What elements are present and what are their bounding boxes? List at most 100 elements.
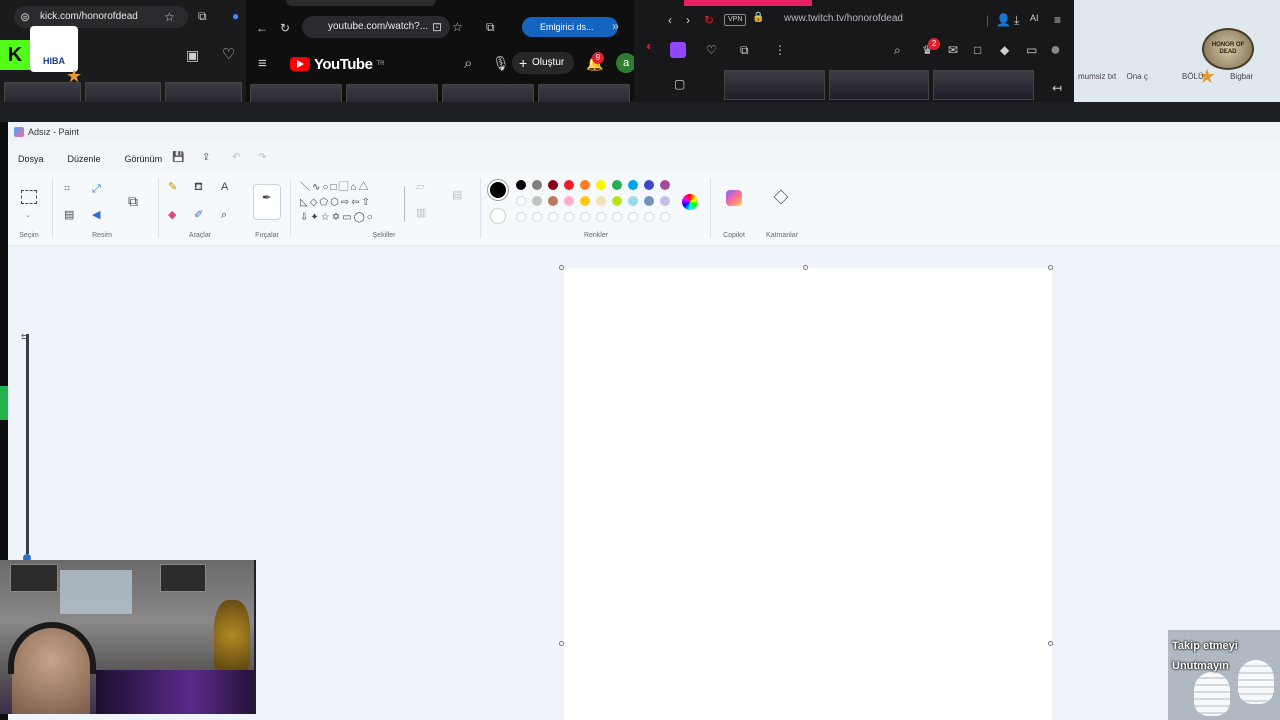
square-icon[interactable]: □	[974, 44, 981, 56]
undo-icon[interactable]: ↶	[232, 152, 240, 163]
collapse-icon[interactable]: ↤	[1052, 82, 1062, 94]
resize-handle[interactable]	[803, 265, 808, 270]
custom-color-slot[interactable]	[660, 212, 670, 222]
bits-icon[interactable]: ◆	[1000, 44, 1009, 56]
color-swatch[interactable]	[564, 196, 574, 206]
twitch-logo[interactable]	[670, 42, 686, 58]
thumbnail[interactable]	[828, 70, 930, 100]
select-tool-icon[interactable]	[21, 190, 37, 204]
pentagon-shape-icon[interactable]: ⬠	[319, 197, 330, 208]
color-swatch[interactable]	[628, 196, 638, 206]
text-icon[interactable]: A	[221, 182, 228, 193]
edit-colors-icon[interactable]	[682, 194, 698, 210]
custom-color-slot[interactable]	[596, 212, 606, 222]
bookmark-star-icon[interactable]: ☆	[164, 11, 175, 23]
profile-icon[interactable]: ●	[232, 10, 239, 22]
zoom-slider[interactable]	[26, 334, 29, 554]
title-bar[interactable]: Adsız - Paint	[8, 122, 1280, 142]
secondary-color[interactable]	[490, 208, 506, 224]
color-swatch[interactable]	[596, 196, 606, 206]
color-swatch[interactable]	[532, 196, 542, 206]
color-swatch[interactable]	[660, 196, 670, 206]
triangle-shape-icon[interactable]: △	[359, 182, 371, 193]
fill-icon[interactable]: ⛾	[194, 182, 203, 193]
color-swatch[interactable]	[660, 180, 670, 190]
library-icon[interactable]: ▣	[186, 48, 199, 62]
thumbnail[interactable]	[346, 84, 438, 102]
extensions-icon[interactable]: ⧉	[486, 21, 495, 33]
doc-tab[interactable]: Bigbar	[1230, 72, 1253, 81]
resize-handle[interactable]	[559, 641, 564, 646]
down-arrow-icon[interactable]: ⇩	[300, 212, 310, 223]
rounded-rect-icon[interactable]: ▢	[338, 182, 350, 193]
callout-rect-icon[interactable]: ▭	[342, 212, 353, 223]
menu-edit[interactable]: Düzenle	[66, 152, 103, 166]
up-arrow-icon[interactable]: ⇧	[362, 197, 372, 208]
create-button[interactable]: Oluştur	[512, 52, 575, 74]
thumbnail[interactable]	[250, 84, 342, 102]
ad-icon[interactable]: ▭	[1026, 44, 1037, 56]
hamburger-menu-icon[interactable]: ≡	[258, 56, 267, 71]
line-shape-icon[interactable]: ＼	[300, 182, 312, 193]
menu-icon[interactable]: ≡	[1054, 14, 1061, 26]
kick-logo[interactable]: K	[0, 40, 30, 70]
reload-icon[interactable]: ↻	[704, 14, 714, 26]
color-picker-icon[interactable]: ✐	[194, 210, 203, 221]
color-swatch[interactable]	[516, 180, 526, 190]
color-swatch[interactable]	[628, 180, 638, 190]
copy-icon[interactable]: ⧉	[740, 44, 749, 56]
resize-handle[interactable]	[1048, 265, 1053, 270]
profile-pill[interactable]: Emlgirici ds...	[522, 17, 618, 37]
forward-icon[interactable]: ›	[686, 14, 690, 26]
color-swatch[interactable]	[644, 196, 654, 206]
fill-style-icon[interactable]: ▥	[416, 208, 426, 219]
color-swatch[interactable]	[644, 180, 654, 190]
download-icon[interactable]: ⤓	[1014, 14, 1019, 26]
five-star-icon[interactable]: ☆	[321, 212, 332, 223]
thumbnail[interactable]	[165, 82, 243, 102]
thumbnail[interactable]	[538, 84, 630, 102]
thumbnail[interactable]	[442, 84, 534, 102]
search-icon[interactable]: ⌕	[894, 44, 901, 56]
left-arrow-icon[interactable]: ⇦	[351, 197, 361, 208]
menu-file[interactable]: Dosya	[16, 152, 46, 166]
address-bar[interactable]: kick.com/honorofdead	[14, 6, 188, 28]
microphone-icon[interactable]: 🎙	[492, 56, 510, 70]
image-select-icon[interactable]: ⧉	[128, 194, 138, 208]
color-swatch[interactable]	[548, 180, 558, 190]
doc-tab[interactable]: BÖLÜ	[1182, 72, 1204, 81]
eraser-icon[interactable]: ◆	[168, 210, 176, 221]
reload-icon[interactable]: ↻	[280, 22, 290, 34]
ai-button[interactable]: AI	[1030, 14, 1039, 23]
custom-color-slot[interactable]	[564, 212, 574, 222]
address-bar[interactable]: www.twitch.tv/honorofdead	[758, 8, 958, 30]
account-icon[interactable]: 👤	[996, 14, 1011, 26]
doc-tab[interactable]: Ona ç	[1126, 72, 1147, 81]
inbox-icon[interactable]: ✉	[948, 44, 958, 56]
video-icon[interactable]: ▢	[674, 78, 685, 90]
doc-tab[interactable]: mumsiz txt	[1078, 72, 1116, 81]
custom-color-slot[interactable]	[580, 212, 590, 222]
save-icon[interactable]: 💾	[172, 152, 184, 163]
six-star-icon[interactable]: ✡	[332, 212, 342, 223]
color-swatch[interactable]	[612, 196, 622, 206]
vpn-badge[interactable]: VPN	[724, 14, 747, 26]
browser-window-kick[interactable]: kick.com/honorofdead ⊜ ☆ ⧉ ● K HIBA ★ ▣ …	[0, 0, 246, 102]
primary-color[interactable]	[488, 180, 508, 200]
back-icon[interactable]: ‹	[668, 14, 672, 26]
thumbnail[interactable]	[84, 82, 162, 102]
resize-handle[interactable]	[559, 265, 564, 270]
color-swatch[interactable]	[516, 196, 526, 206]
site-info-icon[interactable]: ⊜	[20, 11, 30, 23]
thumbnail[interactable]	[724, 70, 825, 100]
menu-view[interactable]: Görünüm	[123, 152, 165, 166]
account-avatar[interactable]: a	[616, 53, 634, 73]
right-triangle-icon[interactable]: ◺	[300, 197, 310, 208]
address-bar[interactable]: youtube.com/watch?...	[302, 16, 450, 38]
resize-icon[interactable]: ⤢	[92, 184, 101, 195]
color-swatch[interactable]	[612, 180, 622, 190]
polygon-shape-icon[interactable]: ⌂	[350, 182, 358, 193]
search-icon[interactable]: ⌕	[464, 56, 472, 71]
color-swatch[interactable]	[548, 196, 558, 206]
callout-cloud-icon[interactable]: ○	[367, 212, 375, 223]
